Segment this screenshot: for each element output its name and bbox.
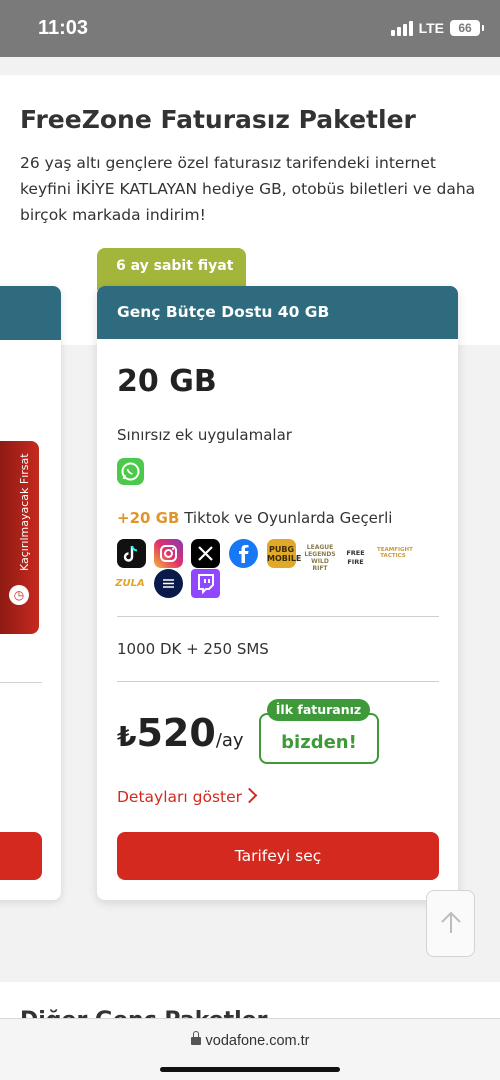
status-time: 11:03 <box>38 17 89 39</box>
previous-card-select-button[interactable] <box>0 832 42 880</box>
network-type: LTE <box>418 20 444 36</box>
first-bill-text: bizden! <box>281 732 357 753</box>
previous-card-header <box>0 286 61 340</box>
x-icon <box>191 539 220 568</box>
zula-icon: ZULA <box>115 578 145 589</box>
extra-gb-amount: +20 GB <box>117 509 180 527</box>
price: ₺520/ay <box>117 711 244 755</box>
card-divider <box>117 681 439 682</box>
status-bar: 11:03 LTE 66 <box>0 0 500 57</box>
clock-icon: ◷ <box>9 585 29 605</box>
instagram-icon <box>154 539 183 568</box>
url-display[interactable]: vodafone.com.tr <box>0 1031 500 1049</box>
pubg-mobile-icon: PUBG MOBILE <box>267 539 301 568</box>
url-text: vodafone.com.tr <box>205 1033 310 1049</box>
previous-card-divider <box>0 682 42 683</box>
card-divider <box>117 616 439 617</box>
signal-icon <box>390 20 413 36</box>
battery-icon: 66 <box>450 20 484 36</box>
extra-gb-line: +20 GB Tiktok ve Oyunlarda Geçerli <box>117 509 392 527</box>
price-unit: /ay <box>215 730 244 751</box>
teamfight-tactics-icon: TEAMFIGHT TACTICS <box>377 547 413 559</box>
lock-icon <box>190 1031 201 1045</box>
fixed-price-badge: 6 ay sabit fiyat <box>97 248 246 290</box>
tariff-title: Genç Bütçe Dostu 40 GB <box>97 286 458 339</box>
twitch-icon <box>191 569 220 598</box>
facebook-icon <box>229 539 258 568</box>
chevron-right-icon[interactable] <box>241 787 258 804</box>
unlimited-apps-label: Sınırsız ek uygulamalar <box>117 426 292 444</box>
price-value: 520 <box>136 711 216 755</box>
league-of-legends-icon: LEAGUE LEGENDS WILD RIFT <box>304 544 336 572</box>
side-promo-tab[interactable]: Kaçırılmayacak Fırsat ◷ <box>0 441 39 634</box>
minutes-sms: 1000 DK + 250 SMS <box>117 640 269 658</box>
browser-url-bar[interactable]: vodafone.com.tr <box>0 1018 500 1080</box>
data-amount: 20 GB <box>117 364 217 399</box>
home-indicator <box>160 1067 340 1072</box>
status-indicators: LTE 66 <box>390 20 484 36</box>
select-tariff-button[interactable]: Tarifeyi seç <box>117 832 439 880</box>
free-fire-icon: FREE FIRE <box>346 549 365 566</box>
scroll-to-top-button[interactable] <box>426 890 475 957</box>
tariff-card: Genç Bütçe Dostu 40 GB 20 GB Sınırsız ek… <box>97 286 458 900</box>
arrow-up-icon <box>441 911 461 933</box>
first-bill-tag: İlk faturanız <box>267 699 370 721</box>
side-tab-label: Kaçırılmayacak Fırsat <box>18 453 31 571</box>
section-description: 26 yaş altı gençlere özel faturasız tari… <box>20 154 476 224</box>
show-details-link[interactable]: Detayları göster <box>117 788 242 806</box>
price-currency: ₺ <box>117 720 137 753</box>
tiktok-icon <box>117 539 146 568</box>
extra-gb-description: Tiktok ve Oyunlarda Geçerli <box>184 509 393 527</box>
whatsapp-icon <box>117 458 144 485</box>
efootball-icon <box>154 569 183 598</box>
page-title: FreeZone Faturasız Paketler <box>20 105 416 134</box>
